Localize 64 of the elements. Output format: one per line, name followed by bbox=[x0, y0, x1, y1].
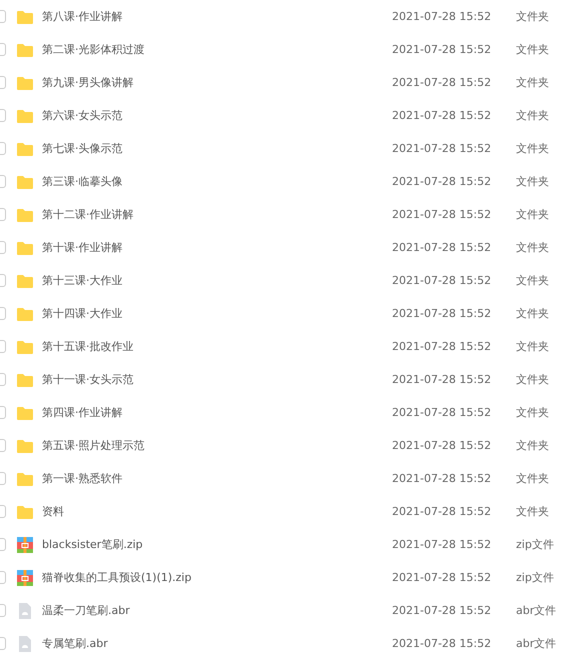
file-name[interactable]: 第一课·熟悉软件 bbox=[42, 471, 392, 486]
file-name[interactable]: blacksister笔刷.zip bbox=[42, 537, 392, 552]
modified-date: 2021-07-28 15:52 bbox=[392, 538, 492, 551]
modified-date: 2021-07-28 15:52 bbox=[392, 307, 492, 320]
file-type: 文件夹 bbox=[516, 438, 549, 453]
file-name[interactable]: 第十课·作业讲解 bbox=[42, 240, 392, 255]
modified-date: 2021-07-28 15:52 bbox=[392, 274, 492, 287]
file-name[interactable]: 温柔一刀笔刷.abr bbox=[42, 603, 392, 618]
modified-date: 2021-07-28 15:52 bbox=[392, 43, 492, 56]
file-type: 文件夹 bbox=[516, 273, 549, 288]
modified-date: 2021-07-28 15:52 bbox=[392, 505, 492, 518]
file-type: 文件夹 bbox=[516, 207, 549, 222]
file-type: zip文件 bbox=[516, 537, 554, 552]
modified-date: 2021-07-28 15:52 bbox=[392, 208, 492, 221]
file-type: 文件夹 bbox=[516, 42, 549, 57]
file-type: abr文件 bbox=[516, 603, 556, 618]
file-name[interactable]: 第八课·作业讲解 bbox=[42, 9, 392, 24]
file-name[interactable]: 第七课·头像示范 bbox=[42, 141, 392, 156]
file-name[interactable]: 第十二课·作业讲解 bbox=[42, 207, 392, 222]
file-name[interactable]: 资料 bbox=[42, 504, 392, 519]
file-name[interactable]: 第十三课·大作业 bbox=[42, 273, 392, 288]
file-name[interactable]: 第十四课·大作业 bbox=[42, 306, 392, 321]
file-type: 文件夹 bbox=[516, 240, 549, 255]
document-icon bbox=[16, 634, 34, 652]
modified-date: 2021-07-28 15:52 bbox=[392, 175, 492, 188]
modified-date: 2021-07-28 15:52 bbox=[392, 76, 492, 89]
file-type: 文件夹 bbox=[516, 372, 549, 387]
file-type: 文件夹 bbox=[516, 108, 549, 123]
file-type: 文件夹 bbox=[516, 339, 549, 354]
file-name[interactable]: 第二课·光影体积过渡 bbox=[42, 42, 392, 57]
file-name[interactable]: 第九课·男头像讲解 bbox=[42, 75, 392, 90]
file-name[interactable]: 第十五课·批改作业 bbox=[42, 339, 392, 354]
file-type: 文件夹 bbox=[516, 75, 549, 90]
file-name[interactable]: 猫脊收集的工具预设(1)(1).zip bbox=[42, 570, 392, 585]
archive-icon bbox=[16, 568, 34, 586]
modified-date: 2021-07-28 15:52 bbox=[392, 109, 492, 122]
modified-date: 2021-07-28 15:52 bbox=[392, 142, 492, 155]
modified-date: 2021-07-28 15:52 bbox=[392, 340, 492, 353]
file-name[interactable]: 第五课·照片处理示范 bbox=[42, 438, 392, 453]
modified-date: 2021-07-28 15:52 bbox=[392, 10, 492, 23]
document-icon bbox=[16, 602, 34, 620]
modified-date: 2021-07-28 15:52 bbox=[392, 406, 492, 419]
archive-icon bbox=[16, 536, 34, 554]
file-name[interactable]: 第六课·女头示范 bbox=[42, 108, 392, 123]
modified-date: 2021-07-28 15:52 bbox=[392, 241, 492, 254]
file-type: abr文件 bbox=[516, 636, 556, 651]
file-type: 文件夹 bbox=[516, 174, 549, 189]
file-type: 文件夹 bbox=[516, 306, 549, 321]
file-name[interactable]: 专属笔刷.abr bbox=[42, 636, 392, 651]
modified-date: 2021-07-28 15:52 bbox=[392, 439, 492, 452]
file-name[interactable]: 第十一课·女头示范 bbox=[42, 372, 392, 387]
modified-date: 2021-07-28 15:52 bbox=[392, 472, 492, 485]
modified-date: 2021-07-28 15:52 bbox=[392, 571, 492, 584]
modified-date: 2021-07-28 15:52 bbox=[392, 604, 492, 617]
file-type: 文件夹 bbox=[516, 504, 549, 519]
modified-date: 2021-07-28 15:52 bbox=[392, 637, 492, 650]
file-name[interactable]: 第四课·作业讲解 bbox=[42, 405, 392, 420]
file-name[interactable]: 第三课·临摹头像 bbox=[42, 174, 392, 189]
file-type: 文件夹 bbox=[516, 405, 549, 420]
modified-date: 2021-07-28 15:52 bbox=[392, 373, 492, 386]
file-type: 文件夹 bbox=[516, 141, 549, 156]
file-type: 文件夹 bbox=[516, 471, 549, 486]
file-type: zip文件 bbox=[516, 570, 554, 585]
file-type: 文件夹 bbox=[516, 9, 549, 24]
